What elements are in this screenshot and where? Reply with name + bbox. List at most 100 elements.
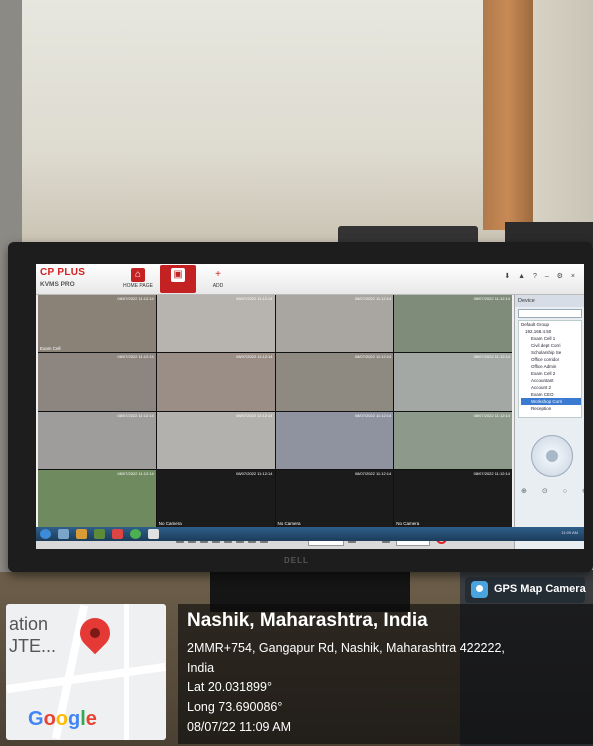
camera-label: Exam Cell (40, 346, 61, 352)
camera-tile[interactable]: 08/07/2022 11:12:14 No Camera (275, 469, 394, 527)
camera-tile[interactable]: 08/07/2022 11:12:14 (156, 295, 275, 353)
device-tree-item[interactable]: Exam CEO (521, 391, 581, 398)
camera-timestamp: 08/07/2022 11:12:14 (117, 354, 154, 360)
device-tree-item[interactable]: Workshop Corri (521, 398, 581, 405)
wooden-pillar (483, 0, 533, 230)
device-tree-item[interactable]: Exam Cell 1 (521, 335, 581, 342)
map-label-2: JTE... (9, 636, 57, 656)
app-logo-subtitle: KVMS PRO (40, 281, 75, 288)
app-logo: CP PLUS (40, 267, 86, 278)
location-map: ation JTE... Google (6, 604, 166, 740)
map-road (124, 604, 129, 740)
longitude: Long 73.690086° (187, 700, 283, 714)
window-controls[interactable]: ⬇ ▲ ? – ⚙ × (504, 272, 578, 280)
tab-live-view[interactable]: ▣ (160, 265, 196, 293)
camera-timestamp: 08/07/2022 11:12:14 (236, 296, 273, 301)
device-tree-item[interactable]: Default Group (521, 321, 581, 328)
start-icon[interactable] (40, 529, 51, 539)
camera-tile[interactable]: 08/07/2022 11:12:14 (275, 411, 394, 469)
camera-timestamp: 08/07/2022 11:12:14 (236, 354, 273, 360)
camera-timestamp: 08/07/2022 11:12:14 (473, 412, 510, 418)
app-header: CP PLUS KVMS PRO ⌂ HOME PAGE ▣ + ADD ⬇ ▲… (36, 264, 584, 295)
latitude: Lat 20.031899° (187, 680, 272, 694)
camera-timestamp: 08/07/2022 11:12:14 (354, 470, 392, 476)
gps-camera-icon (471, 581, 488, 598)
device-sidebar: Device Default Group 192.168.4.50 Exam Cel… (514, 295, 584, 549)
device-tree-item[interactable]: Reception (521, 405, 581, 412)
camera-tile[interactable]: 08/07/2022 11:12:14 No Camera (394, 469, 512, 527)
app-icon[interactable] (112, 529, 123, 539)
datetime: 08/07/22 11:09 AM (187, 720, 292, 734)
gps-info-overlay: Nashik, Maharashtra, India 2MMR+754, Gan… (178, 604, 593, 744)
device-tree-item[interactable]: Office Admin (521, 363, 581, 370)
camera-tile[interactable]: 08/07/2022 11:12:14 No Camera (156, 469, 275, 527)
camera-label: No Camera (396, 521, 420, 526)
device-tree-item[interactable]: Account 2 (521, 384, 581, 391)
camera-timestamp: 08/07/2022 11:12:14 (117, 470, 154, 476)
place-name: Nashik, Maharashtra, India (187, 610, 428, 631)
address-line-2: India (187, 661, 215, 675)
monitor: CP PLUS KVMS PRO ⌂ HOME PAGE ▣ + ADD ⬇ ▲… (8, 242, 593, 572)
gps-camera-badge: GPS Map Camera (465, 577, 586, 603)
camera-tile[interactable]: 08/07/2022 11:12:14 (38, 353, 156, 411)
camera-tile[interactable]: 08/07/2022 11:12:14 (394, 295, 512, 353)
camera-grid: 08/07/2022 11:12:14 Exam Cell 08/07/2022 1… (38, 295, 512, 527)
camera-tile[interactable]: 08/07/2022 11:12:14 (156, 411, 275, 469)
device-tree-item[interactable]: Accountant (521, 377, 581, 384)
right-wall (533, 0, 593, 250)
device-tree-item[interactable]: Office corridor (521, 356, 581, 363)
device-tree-item[interactable]: Exam Cell 2 (521, 370, 581, 377)
map-label-1: ation (9, 614, 49, 634)
camera-timestamp: 08/07/2022 11:12:14 (236, 412, 273, 418)
camera-label: No Camera (277, 521, 301, 526)
tab-home-label: HOME PAGE (123, 283, 153, 289)
camera-tile[interactable]: 08/07/2022 11:12:14 (38, 411, 156, 469)
camera-tile[interactable]: 08/07/2022 11:12:14 (275, 353, 394, 411)
map-road (6, 662, 166, 694)
camera-tile[interactable]: 08/07/2022 11:12:14 (38, 469, 156, 527)
camera-tile[interactable]: 08/07/2022 11:12:14 (394, 411, 512, 469)
address-line-1: 2MMR+754, Gangapur Rd, Nashik, Maharasht… (187, 641, 505, 655)
device-tree-item[interactable]: 192.168.4.50 (521, 328, 581, 335)
camera-label: No Camera (158, 521, 182, 526)
taskbar-clock: 11:09 AM (561, 530, 578, 535)
folder-icon[interactable] (76, 529, 87, 539)
camera-timestamp: 08/07/2022 11:12:14 (473, 354, 510, 360)
plus-icon: + (215, 269, 221, 280)
ptz-control[interactable] (531, 435, 573, 477)
sidebar-title: Device (515, 295, 584, 307)
google-logo: Google (28, 708, 97, 730)
monitor-screen: CP PLUS KVMS PRO ⌂ HOME PAGE ▣ + ADD ⬇ ▲… (36, 264, 584, 549)
ptz-center-button[interactable] (546, 450, 558, 462)
camera-timestamp: 08/07/2022 11:12:14 (354, 296, 392, 301)
media-icon[interactable] (94, 529, 105, 539)
chrome-icon[interactable] (130, 529, 141, 539)
tab-add[interactable]: + ADD (200, 265, 236, 293)
device-tree: Default Group 192.168.4.50 Exam Cell 1 Civi… (518, 320, 582, 418)
camera-tile[interactable]: 08/07/2022 11:12:14 (275, 295, 394, 353)
monitor-icon: ▣ (171, 268, 185, 282)
camera-timestamp: 08/07/2022 11:12:14 (117, 412, 154, 418)
tab-add-label: ADD (212, 283, 224, 289)
camera-timestamp: 08/07/2022 11:12:14 (354, 354, 392, 360)
camera-tile[interactable]: 08/07/2022 11:12:14 Exam Cell (38, 295, 156, 353)
tab-home[interactable]: ⌂ HOME PAGE (120, 265, 156, 293)
camera-timestamp: 08/07/2022 11:12:14 (236, 470, 273, 476)
gps-camera-badge-label: GPS Map Camera (494, 583, 586, 595)
camera-tile[interactable]: 08/07/2022 11:12:14 (394, 353, 512, 411)
device-search-input[interactable] (518, 309, 582, 318)
explorer-icon[interactable] (58, 529, 69, 539)
camera-timestamp: 08/07/2022 11:12:14 (354, 412, 392, 418)
device-tree-item[interactable]: Civil dept Corri (521, 342, 581, 349)
cctv-app-icon[interactable] (148, 529, 159, 539)
home-icon: ⌂ (131, 268, 145, 282)
camera-tile[interactable]: 08/07/2022 11:12:14 (156, 353, 275, 411)
windows-taskbar: 11:09 AM (36, 527, 584, 541)
camera-timestamp: 08/07/2022 11:12:14 (117, 296, 154, 301)
address: 2MMR+754, Gangapur Rd, Nashik, Maharasht… (187, 638, 587, 678)
camera-timestamp: 08/07/2022 11:12:14 (473, 470, 510, 476)
device-tree-item[interactable]: Scholarship Se (521, 349, 581, 356)
monitor-brand: DELL (284, 556, 309, 565)
ptz-zoom-buttons[interactable]: ⊕⊙○⊖⊡○ (521, 485, 584, 499)
camera-timestamp: 08/07/2022 11:12:14 (473, 296, 510, 301)
